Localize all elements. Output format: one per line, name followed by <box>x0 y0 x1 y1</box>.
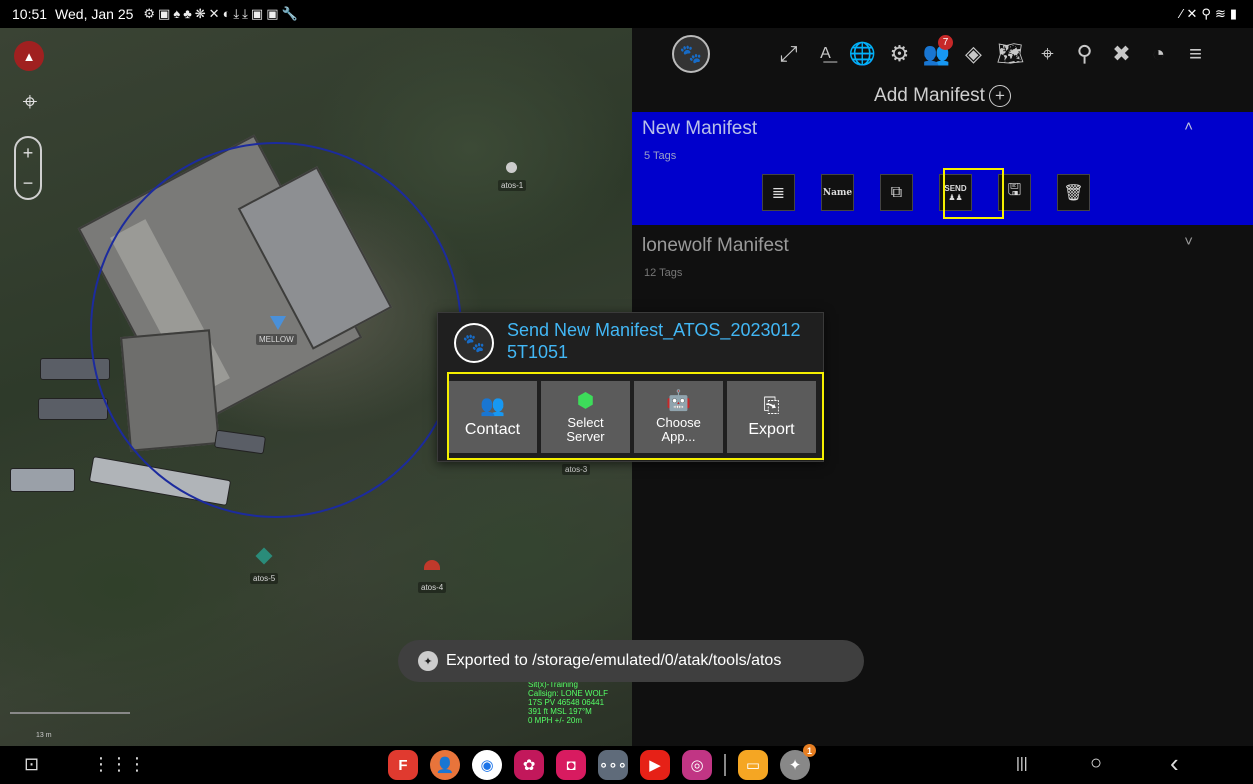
plugin-icon[interactable]: ◔ <box>1140 37 1177 71</box>
atos-5-label: atos-5 <box>250 573 279 584</box>
copy-icon: ⧉ <box>890 183 903 201</box>
app-flipboard[interactable]: F <box>388 750 418 780</box>
list-icon: ≣ <box>771 184 786 202</box>
app-instagram[interactable]: ◎ <box>682 750 712 780</box>
add-manifest-label: Add Manifest <box>874 85 985 106</box>
app-atak[interactable]: ✦ 1 <box>780 744 816 780</box>
readout-line: 0 MPH +/- 20m <box>528 716 583 725</box>
zoom-in-button[interactable]: + <box>23 143 34 164</box>
atos-1-label: atos-1 <box>498 180 527 191</box>
range-ring[interactable] <box>90 142 462 518</box>
taskbar-toggle-icon[interactable]: ⊡ <box>24 754 39 775</box>
paw-icon: 🐾 <box>454 323 494 363</box>
self-location-readout: Sit(x)-Training Callsign: LONE WOLF 17S … <box>528 680 608 725</box>
chevron-up-icon[interactable]: ˄ <box>1184 118 1193 135</box>
tools-cross-icon[interactable]: ✖ <box>1103 37 1140 71</box>
duplicate-button[interactable]: ⧉ <box>880 174 913 211</box>
mellow-marker[interactable] <box>270 316 286 330</box>
app-contacts[interactable]: 👤 <box>430 750 460 780</box>
delete-button[interactable]: 🗑 <box>1057 174 1090 211</box>
hamburger-menu-icon[interactable]: ≡ <box>1177 37 1214 71</box>
send-highlight-box <box>943 168 1004 219</box>
top-toolbar: 🐾 ⤢ A͟ 🌐 ⚙ 👥 7 ◈ 🗺 ⌖ ⚲ ✖ ◔ ≡ <box>632 28 1253 80</box>
app-drawer-icon[interactable]: ⋮⋮⋮ <box>92 754 146 775</box>
app-chrome[interactable]: ◉ <box>472 750 502 780</box>
name-icon: Name <box>822 187 853 198</box>
app-badge: 1 <box>803 744 816 757</box>
rename-button[interactable]: Name <box>821 174 854 211</box>
compass-button[interactable]: ▲ <box>14 41 44 71</box>
search-icon[interactable]: ⚲ <box>1066 37 1103 71</box>
toast-message: ✦ Exported to /storage/emulated/0/atak/t… <box>398 640 864 682</box>
status-bar: 10:51 Wed, Jan 25 ⚙▣♠♣❋✕◐⤓⤓▣▣🔧 ⁄✕⚲≋▮ <box>0 0 1253 28</box>
add-manifest-button[interactable]: Add Manifest + <box>632 80 1253 112</box>
app-dots[interactable]: ∘∘∘ <box>598 750 628 780</box>
manifest-title: New Manifest <box>642 118 758 139</box>
zoom-control: + − <box>14 136 42 200</box>
add-point-icon[interactable]: ⌖ <box>1029 37 1066 71</box>
manifest-item[interactable]: lonewolf Manifest 12 Tags ˅ <box>632 225 1253 295</box>
vehicle <box>10 468 75 492</box>
list-view-button[interactable]: ≣ <box>762 174 795 211</box>
floppy-icon: 🖫 <box>1007 182 1022 199</box>
mellow-label: MELLOW <box>256 334 297 345</box>
map-icon[interactable]: 🗺 <box>992 37 1029 71</box>
manifest-item-selected[interactable]: New Manifest 5 Tags ˄ ≣ Name ⧉ SEND ♟♟ 🖫… <box>632 112 1253 225</box>
status-date: Wed, Jan 25 <box>55 6 134 22</box>
app-camera[interactable]: ◘ <box>556 750 586 780</box>
dock-separator <box>724 754 726 776</box>
recents-button[interactable]: ||| <box>1016 755 1028 772</box>
atos-3-label: atos-3 <box>562 464 591 475</box>
ruler-icon[interactable]: A͟ <box>807 37 844 71</box>
atos-5-marker[interactable] <box>255 547 273 565</box>
status-time: 10:51 <box>12 6 48 22</box>
system-status-icons: ⁄✕⚲≋▮ <box>1180 6 1241 21</box>
app-bixby[interactable]: ✿ <box>514 750 544 780</box>
crosshair-icon: ⌖ <box>22 86 38 116</box>
layers-icon[interactable]: ◈ <box>955 37 992 71</box>
paw-icon[interactable]: 🐾 <box>672 35 710 73</box>
atos-1-marker[interactable] <box>506 162 517 173</box>
manifest-title: lonewolf Manifest <box>642 235 789 256</box>
home-button[interactable]: ○ <box>1090 752 1102 775</box>
chevron-down-icon[interactable]: ˅ <box>1184 233 1193 250</box>
manifest-tags: 12 Tags <box>644 267 683 279</box>
trash-icon: 🗑 <box>1063 184 1084 202</box>
resize-icon[interactable]: ⤢ <box>770 37 807 71</box>
notification-icons: ⚙▣♠♣❋✕◐⤓⤓▣▣🔧 <box>143 6 301 21</box>
back-button[interactable]: ‹ <box>1170 748 1179 779</box>
scale-label: 13 m <box>36 732 52 739</box>
scale-bar <box>10 712 130 714</box>
atos-4-label: atos-4 <box>418 582 447 593</box>
contacts-icon[interactable]: 👥 7 <box>918 35 955 71</box>
readout-line: 17S PV 46548 06441 <box>528 698 605 707</box>
screen: 10:51 Wed, Jan 25 ⚙▣♠♣❋✕◐⤓⤓▣▣🔧 ⁄✕⚲≋▮ ato… <box>0 0 1253 784</box>
atak-icon: ✦ <box>418 651 438 671</box>
settings-gear-icon[interactable]: ⚙ <box>881 37 918 71</box>
send-dialog-title: Send New Manifest_ATOS_20230125T1051 <box>507 320 801 362</box>
atos-4-marker[interactable] <box>424 560 440 570</box>
readout-line: Callsign: LONE WOLF <box>528 689 609 698</box>
app-dock: F 👤 ◉ ✿ ◘ ∘∘∘ ▶ ◎ ▭ ✦ 1 <box>388 744 816 780</box>
navigation-bar: ⊡ ⋮⋮⋮ F 👤 ◉ ✿ ◘ ∘∘∘ ▶ ◎ ▭ ✦ 1 ||| ○ ‹ <box>0 744 1253 784</box>
compass-icon: ▲ <box>22 48 36 64</box>
manifest-actions: ≣ Name ⧉ SEND ♟♟ 🖫 🗑 <box>762 174 1090 211</box>
send-options-highlight-box <box>447 372 824 460</box>
vehicle <box>38 398 108 420</box>
app-youtube[interactable]: ▶ <box>640 750 670 780</box>
zoom-out-button[interactable]: − <box>23 173 34 194</box>
globe-icon[interactable]: 🌐 <box>844 37 881 71</box>
locate-button[interactable]: ⌖ <box>14 86 46 118</box>
toast-text: Exported to /storage/emulated/0/atak/too… <box>446 652 782 669</box>
readout-line: 391 ft MSL 197°M <box>528 707 592 716</box>
manifest-tags: 5 Tags <box>644 150 677 162</box>
contacts-badge: 7 <box>938 35 953 50</box>
app-files[interactable]: ▭ <box>738 750 768 780</box>
plus-circle-icon: + <box>988 85 1011 107</box>
